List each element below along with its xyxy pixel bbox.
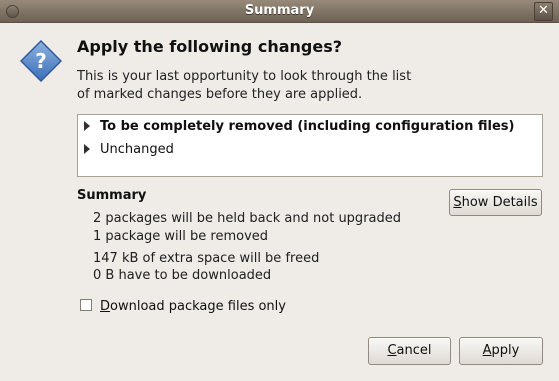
download-only-accel: D (100, 299, 111, 314)
download-only-option[interactable]: Download package files only (80, 299, 286, 314)
download-only-checkbox[interactable] (80, 299, 92, 311)
tree-row-removed[interactable]: To be completely removed (including conf… (84, 117, 514, 137)
summary-line: 1 package will be removed (93, 229, 269, 244)
cancel-accel: C (387, 343, 397, 358)
summary-line: 147 kB of extra space will be freed (93, 251, 320, 266)
apply-button[interactable]: Apply (459, 337, 543, 365)
close-button[interactable]: ✕ (534, 2, 553, 21)
tree-row-unchanged[interactable]: Unchanged (84, 140, 174, 160)
close-icon: ✕ (538, 3, 549, 18)
summary-line: 2 packages will be held back and not upg… (93, 211, 402, 226)
svg-text:?: ? (35, 49, 47, 73)
tree-row-label: To be completely removed (including conf… (100, 119, 515, 134)
show-details-accel: S (453, 195, 462, 210)
summary-heading: Summary (77, 188, 147, 203)
download-only-label: ownload package files only (110, 299, 286, 314)
summary-dialog-window: Summary ✕ ? Apply the following changes?… (0, 0, 559, 381)
window-title: Summary (244, 3, 315, 18)
title-bar[interactable]: Summary ✕ (0, 0, 559, 23)
show-details-button[interactable]: Show Details (449, 189, 542, 216)
cancel-label: ancel (396, 343, 432, 358)
dialog-heading: Apply the following changes? (77, 37, 342, 56)
apply-accel: A (482, 343, 492, 358)
summary-line: 0 B have to be downloaded (93, 268, 272, 283)
cancel-button[interactable]: Cancel (368, 337, 451, 365)
tree-row-label: Unchanged (100, 142, 174, 157)
changes-tree-view[interactable]: To be completely removed (including conf… (77, 114, 543, 177)
expander-arrow-icon[interactable] (84, 121, 90, 131)
description-line-2: of marked changes before they are applie… (77, 87, 363, 102)
description-line-1: This is your last opportunity to look th… (77, 69, 412, 84)
question-icon: ? (20, 40, 62, 82)
apply-label: pply (491, 343, 520, 358)
expander-arrow-icon[interactable] (84, 144, 90, 154)
dialog-description: This is your last opportunity to look th… (77, 68, 437, 104)
show-details-label: how Details (461, 195, 538, 210)
